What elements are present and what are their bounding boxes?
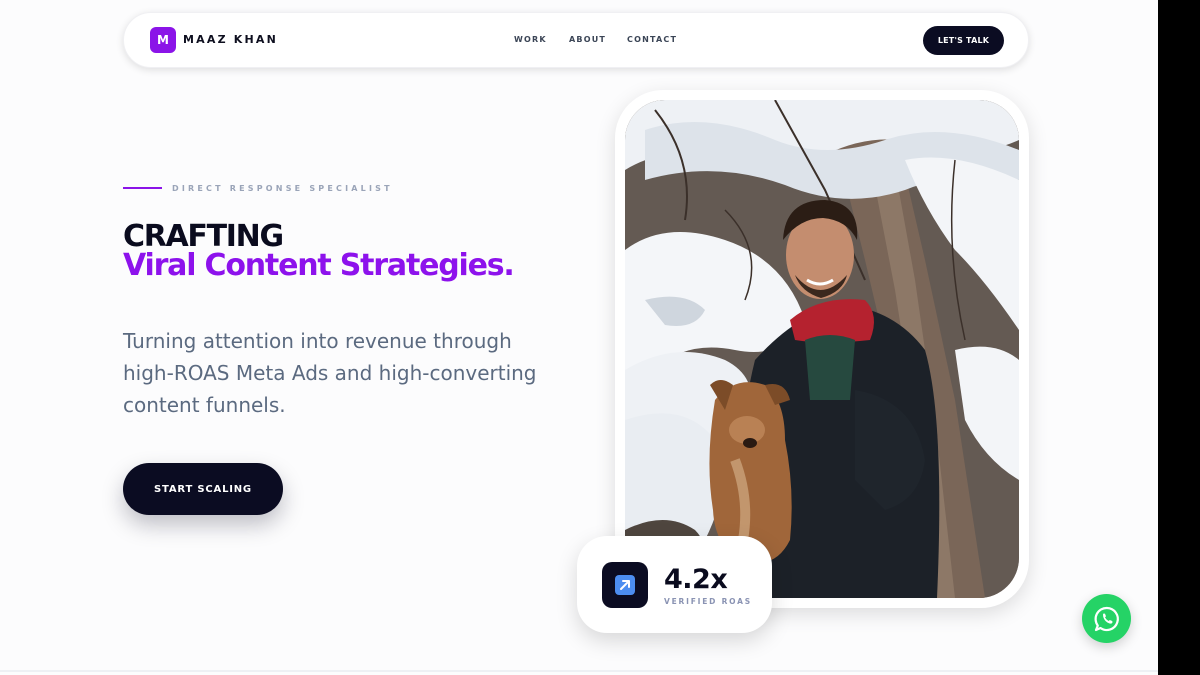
eyebrow-text: DIRECT RESPONSE SPECIALIST (172, 184, 393, 193)
portrait-card (615, 90, 1029, 608)
stat-label: VERIFIED ROAS (664, 597, 752, 606)
page: M MAAZ KHAN WORK ABOUT CONTACT LET'S TAL… (0, 0, 1158, 675)
whatsapp-icon (1094, 606, 1119, 631)
eyebrow-divider (123, 187, 162, 189)
brand-name[interactable]: MAAZ KHAN (183, 33, 278, 46)
nav-link-contact[interactable]: CONTACT (627, 35, 677, 44)
lets-talk-button[interactable]: LET'S TALK (923, 26, 1004, 55)
logo-icon[interactable]: M (150, 27, 176, 53)
portrait-photo (625, 100, 1019, 598)
start-scaling-button[interactable]: START SCALING (123, 463, 283, 515)
section-divider (0, 670, 1158, 672)
nav-link-work[interactable]: WORK (514, 35, 547, 44)
top-nav: M MAAZ KHAN WORK ABOUT CONTACT LET'S TAL… (123, 12, 1029, 68)
nav-link-about[interactable]: ABOUT (569, 35, 606, 44)
stat-value: 4.2x (664, 564, 728, 595)
whatsapp-button[interactable] (1082, 594, 1131, 643)
hero-description: Turning attention into revenue through h… (123, 329, 537, 417)
roas-stat-card: 4.2x VERIFIED ROAS (577, 536, 772, 633)
trend-arrow-icon (602, 562, 648, 608)
hero-title-line2: Viral Content Strategies. (123, 248, 515, 283)
